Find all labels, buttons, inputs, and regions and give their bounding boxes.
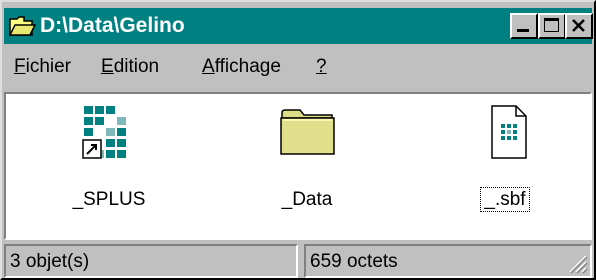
open-folder-icon [8, 16, 36, 36]
close-button[interactable] [565, 13, 593, 39]
title-bar[interactable]: D:\Data\Gelino [4, 8, 593, 44]
folder-label: _Data [281, 189, 333, 210]
window-title: D:\Data\Gelino [40, 14, 185, 37]
menu-label: ichier [25, 56, 72, 77]
folder-item-data[interactable]: _Data [232, 94, 382, 234]
folder-icon [280, 109, 335, 155]
minimize-icon [517, 29, 529, 32]
menu-edition[interactable]: Edition [101, 55, 159, 79]
menu-label: ffichage [214, 56, 281, 77]
file-label-text: _.sbf [480, 187, 530, 212]
file-label: _SPLUS [72, 189, 146, 210]
resize-grip-icon[interactable] [566, 252, 588, 274]
menu-fichier[interactable]: Fichier [14, 55, 71, 79]
explorer-window: D:\Data\Gelino Fichier Edition Affichage… [0, 0, 596, 280]
status-object-count: 3 objet(s) [10, 251, 90, 272]
menu-accel: ? [316, 56, 327, 77]
status-size: 659 octets [310, 251, 398, 272]
menu-bar: Fichier Edition Affichage ? [4, 48, 592, 90]
menu-help[interactable]: ? [316, 55, 327, 79]
file-label: _.sbf [430, 187, 580, 212]
menu-label: dition [113, 56, 160, 77]
document-icon [491, 105, 527, 159]
status-size-panel: 659 octets [304, 244, 592, 278]
file-item-splus[interactable]: _SPLUS [34, 94, 184, 234]
menu-affichage[interactable]: Affichage [202, 55, 281, 79]
menu-accel: A [202, 56, 215, 77]
maximize-icon [544, 18, 559, 32]
status-object-count-panel: 3 objet(s) [4, 244, 298, 278]
maximize-button[interactable] [538, 13, 566, 39]
status-bar: 3 objet(s) 659 octets [4, 242, 592, 278]
menu-accel: F [14, 56, 26, 77]
close-icon [572, 19, 585, 32]
shortcut-icon [82, 106, 126, 159]
menu-accel: E [101, 56, 114, 77]
file-list[interactable]: _SPLUS _Data _.sbf [4, 92, 592, 240]
file-item-sbf[interactable]: _.sbf [430, 94, 580, 234]
minimize-button[interactable] [510, 13, 538, 39]
